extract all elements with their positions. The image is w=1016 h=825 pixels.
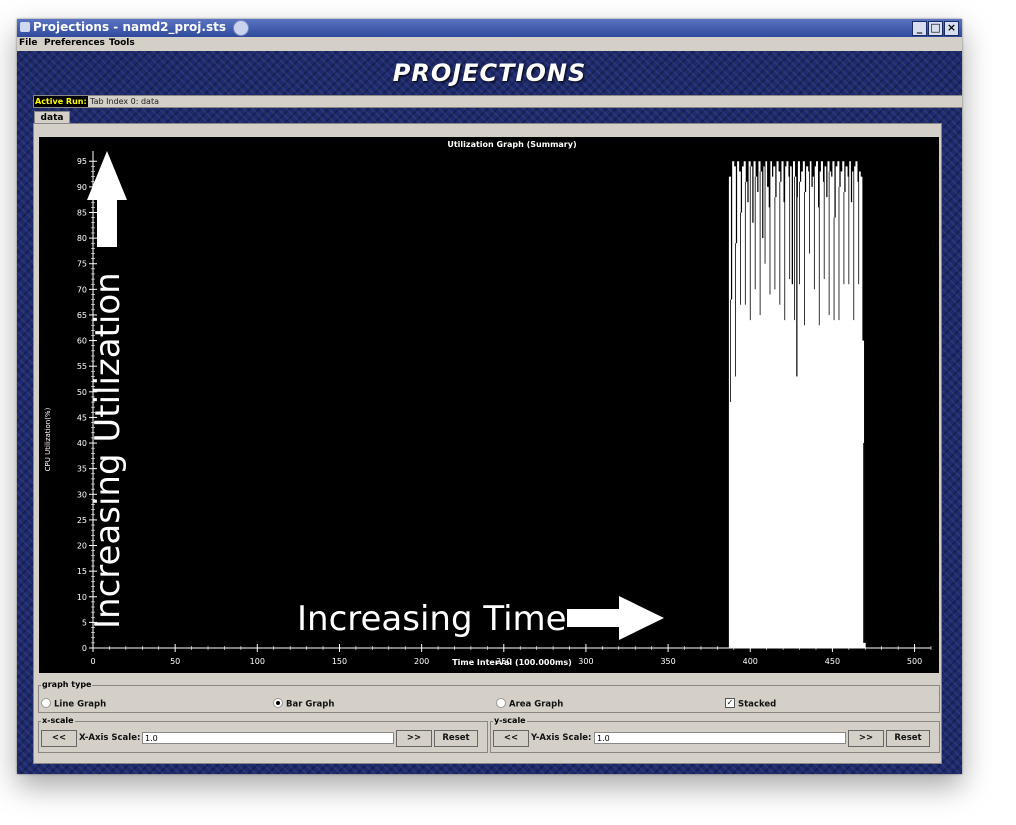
y-tick-label: 95 (77, 157, 87, 166)
graph-type-group: graph type Line Graph Bar Graph Area Gra… (38, 680, 940, 713)
y-scale-reset-button[interactable]: Reset (886, 730, 930, 747)
area-graph-radio[interactable]: Area Graph (496, 698, 564, 710)
y-tick-label: 40 (77, 439, 87, 448)
active-run-label: Active Run: (34, 96, 88, 107)
menu-preferences[interactable]: Preferences (44, 38, 105, 48)
stacked-checkbox[interactable]: ✓ Stacked (725, 698, 777, 710)
stacked-label: Stacked (738, 699, 777, 710)
x-axis-scale-input[interactable]: 1.0 (142, 732, 394, 744)
x-tick-label: 500 (907, 657, 922, 666)
y-tick-label: 5 (82, 618, 87, 627)
annotation-utilization: Increasing Utilization (88, 272, 128, 629)
bar-graph-radio[interactable]: Bar Graph (273, 698, 335, 710)
y-scale-increase-button[interactable]: >> (848, 730, 884, 747)
y-axis-scale-label: Y-Axis Scale: (531, 733, 592, 743)
x-tick-label: 400 (743, 657, 758, 666)
y-tick-label: 80 (77, 234, 87, 243)
x-scale-increase-button[interactable]: >> (396, 730, 432, 747)
x-tick-label: 350 (660, 657, 675, 666)
app-window: Projections - namd2_proj.sts _ □ × File … (17, 19, 962, 774)
y-tick-label: 15 (77, 567, 87, 576)
y-tick-label: 65 (77, 311, 87, 320)
window-title: Projections - namd2_proj.sts (33, 20, 226, 34)
y-tick-label: 0 (82, 644, 87, 653)
y-tick-label: 75 (77, 260, 87, 269)
menu-file[interactable]: File (19, 38, 37, 48)
area-graph-label: Area Graph (509, 699, 564, 710)
y-axis-scale-input[interactable]: 1.0 (594, 732, 846, 744)
radio-icon (496, 698, 506, 708)
y-tick-label: 55 (77, 362, 87, 371)
y-tick-label: 90 (77, 183, 87, 192)
right-arrow-icon (567, 596, 664, 640)
y-tick-label: 85 (77, 208, 87, 217)
y-tick-label: 30 (77, 490, 87, 499)
x-tick-label: 150 (332, 657, 347, 666)
app-logo: PROJECTIONS (392, 59, 587, 87)
menu-tools[interactable]: Tools (109, 38, 135, 48)
close-icon[interactable]: × (944, 21, 959, 36)
maximize-icon[interactable]: □ (928, 21, 943, 36)
chart-svg: Utilization Graph (Summary) 0 5 10 15 20 25 30 3… (44, 140, 932, 667)
y-tick-label: 45 (77, 413, 87, 422)
y-tick-label: 35 (77, 465, 87, 474)
line-graph-radio[interactable]: Line Graph (41, 698, 107, 710)
y-tick-label: 20 (77, 542, 87, 551)
y-tick-label: 50 (77, 388, 87, 397)
y-tick-label: 60 (77, 337, 87, 346)
radio-selected-icon (273, 698, 283, 708)
graph-type-legend: graph type (41, 680, 93, 689)
bar-graph-label: Bar Graph (286, 699, 335, 710)
title-bar[interactable]: Projections - namd2_proj.sts _ □ × (17, 19, 962, 37)
chart-title: Utilization Graph (Summary) (447, 140, 576, 149)
x-tick-label: 200 (414, 657, 429, 666)
bar-dip (796, 161, 798, 377)
active-run-bar: Active Run: Tab Index 0: data (33, 95, 962, 108)
line-graph-label: Line Graph (54, 699, 107, 710)
checkbox-checked-icon: ✓ (725, 698, 735, 708)
minimize-icon[interactable]: _ (912, 21, 927, 36)
annotation-time: Increasing Time (297, 599, 567, 639)
x-tick-label: 450 (825, 657, 840, 666)
x-tick-label: 100 (250, 657, 265, 666)
x-axis-scale-label: X-Axis Scale: (79, 733, 141, 743)
radio-icon (41, 698, 51, 708)
y-axis-label: CPU Utilization(%) (44, 407, 52, 471)
x-tick-label: 0 (90, 657, 95, 666)
active-run-value: Tab Index 0: data (90, 97, 159, 106)
app-icon (20, 22, 30, 32)
x-axis-label: Time Interval (100.000ms) (452, 658, 572, 667)
y-tick-label: 10 (77, 593, 87, 602)
y-tick-label: 70 (77, 285, 87, 294)
y-tick-label: 25 (77, 516, 87, 525)
x-scale-group: x-scale << X-Axis Scale: 1.0 >> Reset (38, 716, 488, 753)
x-scale-legend: x-scale (41, 716, 75, 725)
menu-bar: File Preferences Tools (17, 37, 962, 51)
x-scale-reset-button[interactable]: Reset (434, 730, 478, 747)
x-scale-decrease-button[interactable]: << (41, 730, 77, 747)
x-tick-label: 50 (170, 657, 180, 666)
y-scale-legend: y-scale (493, 716, 527, 725)
bar (863, 642, 866, 648)
java-cup-icon (233, 20, 249, 36)
x-tick-label: 300 (578, 657, 593, 666)
utilization-chart: Utilization Graph (Summary) 0 5 10 15 20 25 30 3… (39, 137, 939, 673)
y-scale-group: y-scale << Y-Axis Scale: 1.0 >> Reset (490, 716, 940, 753)
y-scale-decrease-button[interactable]: << (493, 730, 529, 747)
